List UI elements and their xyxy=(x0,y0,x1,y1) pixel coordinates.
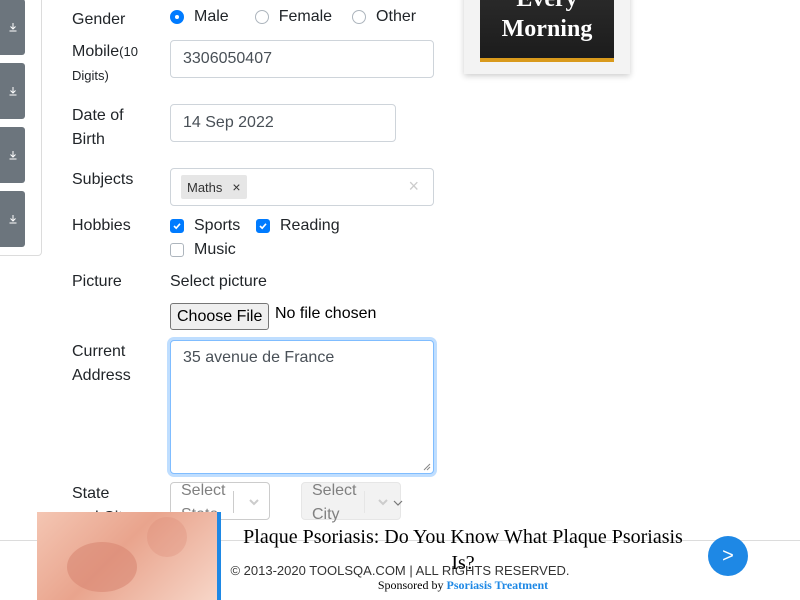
state-label: State xyxy=(72,485,110,502)
mobile-input[interactable]: 3306050407 xyxy=(170,40,434,78)
advertisement-title[interactable]: Plaque Psoriasis: Do You Know What Plaqu… xyxy=(243,524,683,576)
sponsored-prefix: Sponsored by xyxy=(377,578,444,592)
address-label: Current Address xyxy=(72,340,131,388)
select-separator xyxy=(364,491,365,513)
picture-label: Picture xyxy=(72,273,122,290)
clear-icon[interactable]: × xyxy=(408,176,419,197)
file-status: No file chosen xyxy=(275,305,377,322)
radio-unchecked-icon[interactable] xyxy=(254,10,269,24)
gender-option-label[interactable]: Male xyxy=(194,8,229,26)
mobile-hint-2: Digits) xyxy=(72,68,109,83)
download-button[interactable] xyxy=(0,191,25,247)
state-placeholder-line1: Select xyxy=(181,482,226,499)
hobby-reading-label[interactable]: Reading xyxy=(280,214,340,238)
address-label-line2: Address xyxy=(72,367,131,384)
hobby-reading-checkbox[interactable]: Reading xyxy=(256,214,340,238)
sidebar-panel xyxy=(0,0,42,256)
current-address-textarea[interactable]: 35 avenue de France xyxy=(170,340,434,474)
subjects-input[interactable]: Maths × × xyxy=(170,168,434,206)
dob-label: Date of Birth xyxy=(72,104,124,152)
hobby-music-checkbox[interactable]: Music xyxy=(170,238,236,262)
city-placeholder-line1: Select xyxy=(312,482,357,499)
download-icon xyxy=(9,151,16,160)
hobby-sports-label[interactable]: Sports xyxy=(194,214,240,238)
choose-file-button[interactable]: Choose File xyxy=(170,303,270,330)
subject-chip: Maths × xyxy=(181,175,247,199)
gender-radio-group: Male Female Other xyxy=(170,8,434,26)
date-of-birth-input[interactable]: 14 Sep 2022 xyxy=(170,104,396,142)
cursor-chevron-icon xyxy=(393,500,403,506)
download-button[interactable] xyxy=(0,0,25,55)
download-icon xyxy=(9,23,16,32)
mobile-hint: (10 xyxy=(119,44,138,59)
radio-unchecked-icon[interactable] xyxy=(352,10,367,24)
hobby-music-label[interactable]: Music xyxy=(194,238,236,262)
dob-label-line1: Date of xyxy=(72,107,124,124)
bottom-advertisement[interactable]: Plaque Psoriasis: Do You Know What Plaqu… xyxy=(37,512,800,600)
checkbox-unchecked-icon[interactable] xyxy=(170,243,184,257)
address-label-line1: Current xyxy=(72,343,126,360)
advertisement-card[interactable]: Every Morning xyxy=(464,0,630,74)
ad-line-2: Morning xyxy=(501,16,593,42)
dob-label-line2: Birth xyxy=(72,131,105,148)
gender-radio-other[interactable]: Other xyxy=(352,8,416,26)
select-separator xyxy=(233,491,234,513)
advertisement-image[interactable] xyxy=(37,512,221,600)
download-icon xyxy=(9,87,16,96)
subjects-label: Subjects xyxy=(72,171,134,188)
download-button[interactable] xyxy=(0,127,25,183)
download-icon xyxy=(9,215,16,224)
chevron-down-icon[interactable] xyxy=(247,495,261,509)
advertisement-banner[interactable]: Every Morning xyxy=(480,0,614,62)
mobile-label: Mobile(10 Digits) xyxy=(72,40,138,88)
radio-checked-icon[interactable] xyxy=(170,10,184,24)
gender-option-label[interactable]: Other xyxy=(376,8,416,26)
dob-value: 14 Sep 2022 xyxy=(183,114,274,131)
address-value: 35 avenue de France xyxy=(183,349,335,366)
gender-option-label[interactable]: Female xyxy=(279,8,332,26)
gender-radio-female[interactable]: Female xyxy=(254,8,332,26)
resize-handle-icon[interactable] xyxy=(423,463,431,471)
subject-chip-label: Maths xyxy=(187,179,223,195)
next-arrow-button[interactable]: > xyxy=(708,536,748,576)
hobby-sports-checkbox[interactable]: Sports xyxy=(170,214,240,238)
mobile-value: 3306050407 xyxy=(183,50,272,67)
gender-radio-male[interactable]: Male xyxy=(170,8,229,26)
gender-label: Gender xyxy=(72,11,126,28)
ad-line-1: Every xyxy=(480,0,614,12)
download-button[interactable] xyxy=(0,63,25,119)
checkbox-checked-icon[interactable] xyxy=(170,219,184,233)
sponsor-link[interactable]: Psoriasis Treatment xyxy=(447,578,549,592)
ad-image-shape xyxy=(147,517,187,557)
hobbies-label: Hobbies xyxy=(72,217,131,234)
chip-remove-icon[interactable]: × xyxy=(222,179,246,195)
picture-hint: Select picture xyxy=(170,273,267,290)
checkbox-checked-icon[interactable] xyxy=(256,219,270,233)
chevron-down-icon xyxy=(378,499,388,506)
mobile-label-text: Mobile xyxy=(72,43,120,60)
ad-image-shape xyxy=(67,542,137,592)
advertisement-sponsor: Sponsored by Psoriasis Treatment xyxy=(243,578,683,593)
